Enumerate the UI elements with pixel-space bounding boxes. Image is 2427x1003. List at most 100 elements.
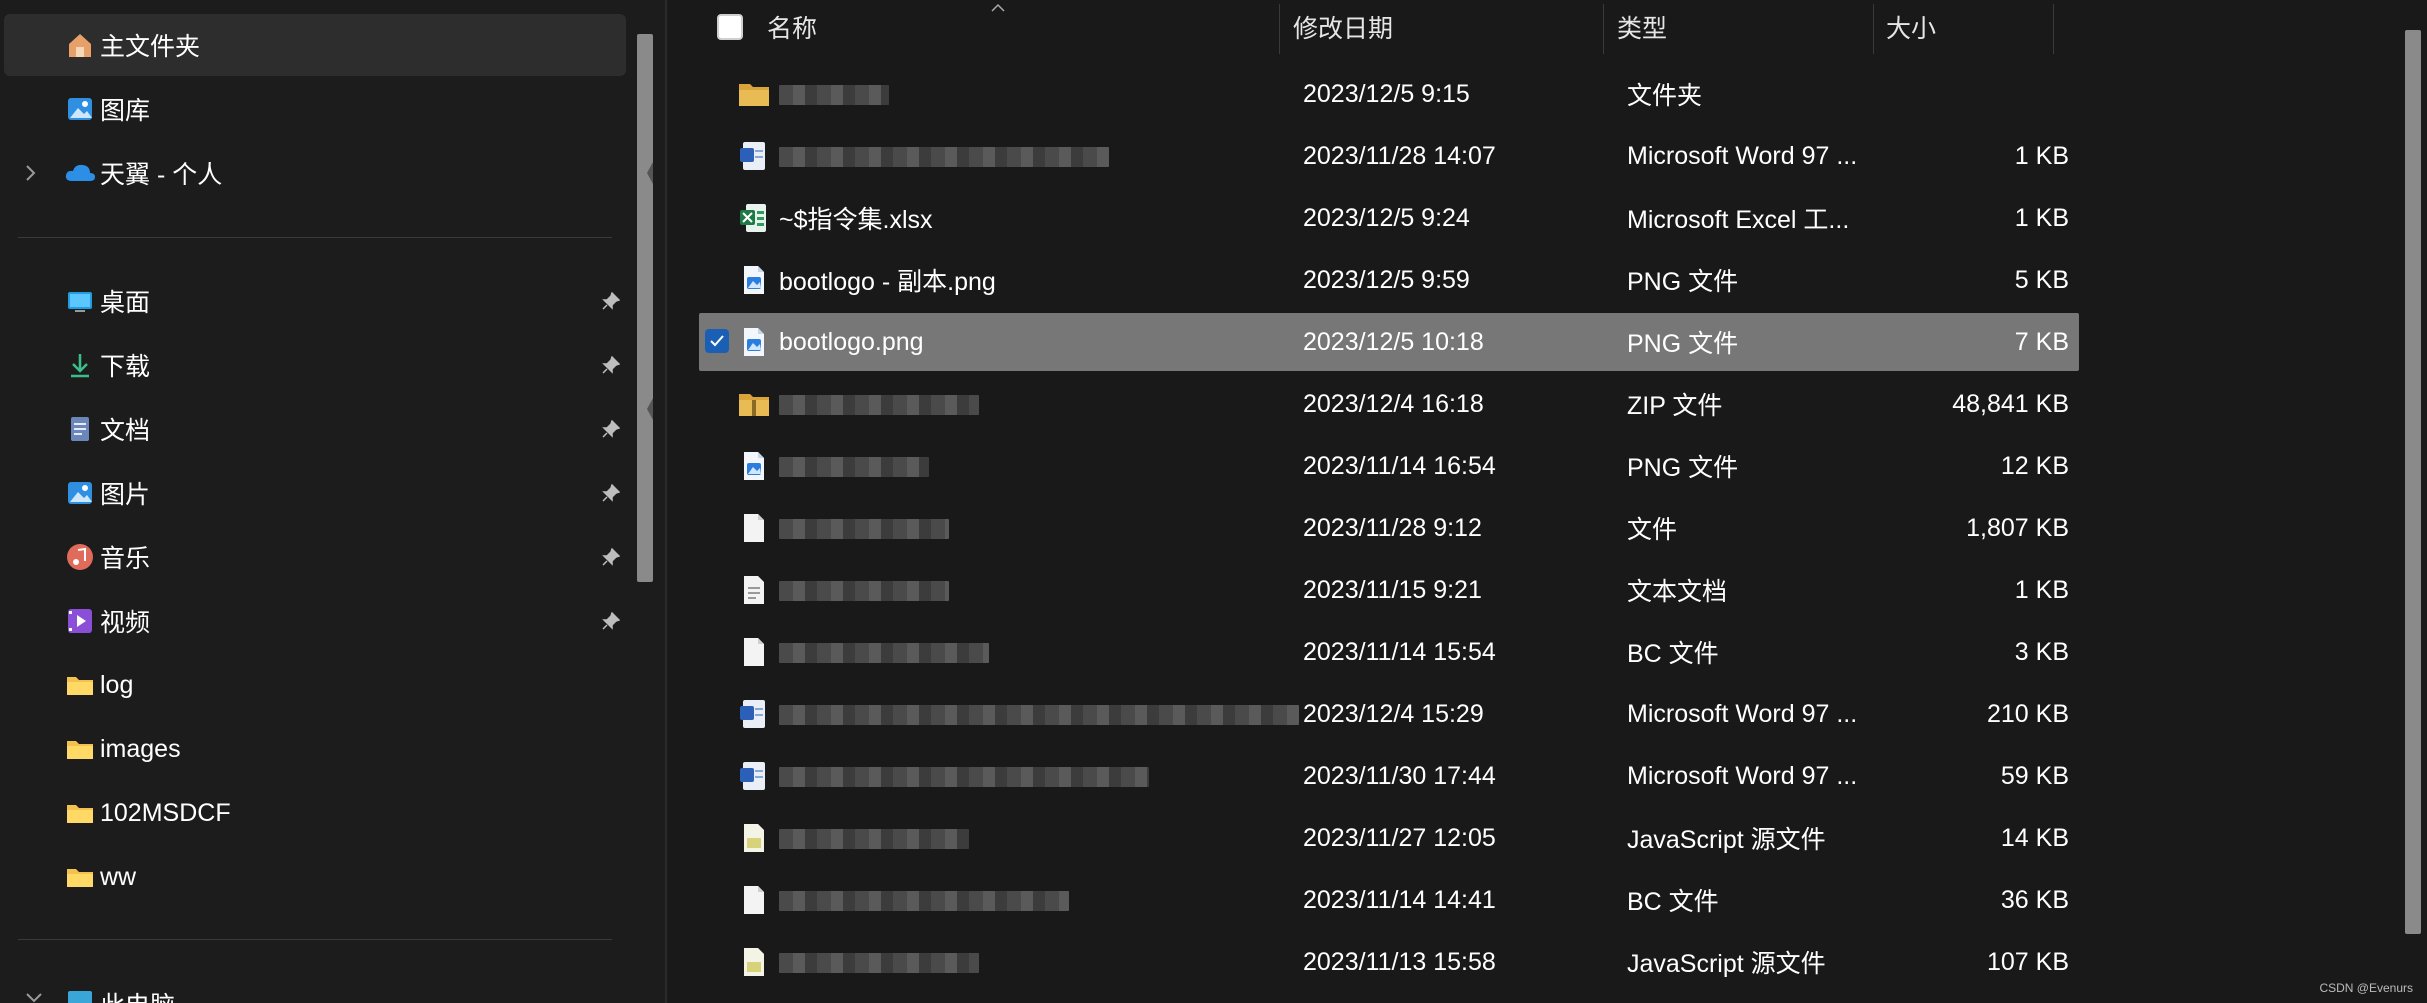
select-all-checkbox[interactable] xyxy=(717,0,749,54)
scroll-down-icon[interactable] xyxy=(646,398,654,420)
file-modified: 2023/12/5 9:24 xyxy=(1303,203,1470,232)
file-modified: 2023/12/5 9:59 xyxy=(1303,265,1470,294)
pin-icon[interactable] xyxy=(598,480,624,506)
pin-icon[interactable] xyxy=(598,352,624,378)
sidebar-item-desktop[interactable]: 桌面 xyxy=(4,270,626,332)
pin-icon[interactable] xyxy=(598,288,624,314)
file-row[interactable]: 2023/11/13 15:58 JavaScript 源文件 107 KB xyxy=(699,933,2079,991)
file-modified: 2023/11/15 9:21 xyxy=(1303,575,1482,604)
column-separator[interactable] xyxy=(1279,4,1280,54)
file-type: Microsoft Word 97 ... xyxy=(1627,141,1858,170)
file-type: PNG 文件 xyxy=(1627,330,1739,358)
sidebar-item-ww[interactable]: ww xyxy=(4,846,626,908)
sidebar-item-label: 视频 xyxy=(100,609,151,637)
word-doc-icon xyxy=(737,760,771,792)
file-row[interactable]: 2023/11/14 15:54 BC 文件 3 KB xyxy=(699,623,2079,681)
file-row[interactable]: 2023/11/14 16:54 PNG 文件 12 KB xyxy=(699,437,2079,495)
pin-icon[interactable] xyxy=(598,544,624,570)
sidebar-item-images[interactable]: images xyxy=(4,718,626,780)
sidebar-divider xyxy=(18,939,612,940)
file-name xyxy=(779,499,1279,557)
file-row[interactable]: 2023/11/14 14:41 BC 文件 36 KB xyxy=(699,871,2079,929)
file-modified: 2023/11/28 9:12 xyxy=(1303,513,1482,542)
sidebar-item-downloads[interactable]: 下载 xyxy=(4,334,626,396)
file-type: Microsoft Word 97 ... xyxy=(1627,699,1858,728)
file-name xyxy=(779,809,1279,867)
file-row[interactable]: 2023/12/4 16:18 ZIP 文件 48,841 KB xyxy=(699,375,2079,433)
pin-icon[interactable] xyxy=(598,608,624,634)
file-row[interactable]: 2023/12/4 15:29 Microsoft Word 97 ... 210 … xyxy=(699,685,2079,743)
sidebar-item-this-pc[interactable]: 此电脑 xyxy=(4,970,626,1003)
file-name xyxy=(779,437,1279,495)
file-icon xyxy=(737,636,771,668)
column-separator[interactable] xyxy=(1873,4,1874,54)
text-file-icon xyxy=(737,574,771,606)
scroll-up-icon[interactable] xyxy=(646,162,654,184)
file-size: 210 KB xyxy=(1986,699,2069,728)
column-header-type[interactable]: 类型 xyxy=(1617,0,1877,54)
column-header-name[interactable]: 名称 xyxy=(767,0,1367,54)
column-header-size[interactable]: 大小 xyxy=(1886,0,2046,54)
chevron-right-icon[interactable] xyxy=(24,163,64,183)
file-row[interactable]: 2023/11/28 9:12 文件 1,807 KB xyxy=(699,499,2079,557)
file-row[interactable]: 2023/11/28 14:07 Microsoft Word 97 ... 1 K… xyxy=(699,127,2079,185)
file-type: JavaScript 源文件 xyxy=(1627,950,1826,978)
sidebar-item-pictures[interactable]: 图片 xyxy=(4,462,626,524)
zip-icon xyxy=(737,388,771,420)
file-name xyxy=(779,127,1279,185)
file-size: 7 KB xyxy=(2014,327,2069,356)
file-type: BC 文件 xyxy=(1627,640,1719,668)
file-type: Microsoft Word 97 ... xyxy=(1627,761,1858,790)
file-modified: 2023/12/5 9:15 xyxy=(1303,79,1470,108)
png-file-icon xyxy=(737,450,771,482)
file-size xyxy=(1889,65,2069,123)
column-separator[interactable] xyxy=(2053,4,2054,54)
file-name xyxy=(779,933,1279,991)
download-icon xyxy=(64,349,96,381)
file-name xyxy=(779,685,1279,743)
file-size: 59 KB xyxy=(2000,761,2069,790)
column-separator[interactable] xyxy=(1603,4,1604,54)
file-row[interactable]: 2023/11/15 9:21 文本文档 1 KB xyxy=(699,561,2079,619)
navigation-pane: 主文件夹 图库 天翼 - 个人 桌面 下载 文档 图片 音乐 视频 log im… xyxy=(0,0,665,1003)
file-row[interactable]: bootlogo.png 2023/12/5 10:18 PNG 文件 7 KB xyxy=(699,313,2079,371)
file-type: JavaScript 源文件 xyxy=(1627,826,1826,854)
sidebar-item-documents[interactable]: 文档 xyxy=(4,398,626,460)
sidebar-divider xyxy=(18,237,612,238)
sidebar-item-music[interactable]: 音乐 xyxy=(4,526,626,588)
file-modified: 2023/12/4 16:18 xyxy=(1303,389,1484,418)
column-header-modified[interactable]: 修改日期 xyxy=(1293,0,1593,54)
sidebar-item-tianyi[interactable]: 天翼 - 个人 xyxy=(4,142,626,204)
file-row[interactable]: bootlogo - 副本.png 2023/12/5 9:59 PNG 文件 5 K… xyxy=(699,251,2079,309)
sidebar-item-102msdcf[interactable]: 102MSDCF xyxy=(4,782,626,844)
file-row[interactable]: ~$指令集.xlsx 2023/12/5 9:24 Microsoft Excel … xyxy=(699,189,2079,247)
sidebar-item-label: 图片 xyxy=(100,481,151,509)
sidebar-item-gallery[interactable]: 图库 xyxy=(4,78,626,140)
file-row[interactable]: 2023/11/27 12:05 JavaScript 源文件 14 KB xyxy=(699,809,2079,867)
file-row[interactable]: 2023/11/30 17:44 Microsoft Word 97 ... 59 … xyxy=(699,747,2079,805)
folder-icon xyxy=(64,861,96,893)
sidebar-scrollbar-thumb[interactable] xyxy=(637,34,653,582)
file-type: 文本文档 xyxy=(1627,578,1728,606)
js-file-icon xyxy=(737,822,771,854)
pin-icon[interactable] xyxy=(598,416,624,442)
file-modified: 2023/12/4 15:29 xyxy=(1303,699,1484,728)
sidebar-item-label: 桌面 xyxy=(100,289,151,317)
file-type: Microsoft Excel 工... xyxy=(1627,206,1850,234)
sidebar-item-log[interactable]: log xyxy=(4,654,626,716)
folder-icon xyxy=(64,733,96,765)
chevron-down-icon[interactable] xyxy=(4,970,64,1003)
home-icon xyxy=(64,29,96,61)
sidebar-item-videos[interactable]: 视频 xyxy=(4,590,626,652)
file-row[interactable]: 2023/12/5 9:15 文件夹 xyxy=(699,65,2079,123)
row-checkbox[interactable] xyxy=(705,329,729,353)
sidebar-item-label: log xyxy=(100,670,134,699)
sidebar-item-home[interactable]: 主文件夹 xyxy=(4,14,626,76)
file-modified: 2023/11/30 17:44 xyxy=(1303,761,1496,790)
checkmark-icon xyxy=(710,335,724,347)
file-type: PNG 文件 xyxy=(1627,454,1739,482)
file-list-scrollbar[interactable] xyxy=(2405,30,2421,934)
file-name xyxy=(779,65,1279,123)
word-doc-icon xyxy=(737,140,771,172)
file-size: 14 KB xyxy=(2000,823,2069,852)
